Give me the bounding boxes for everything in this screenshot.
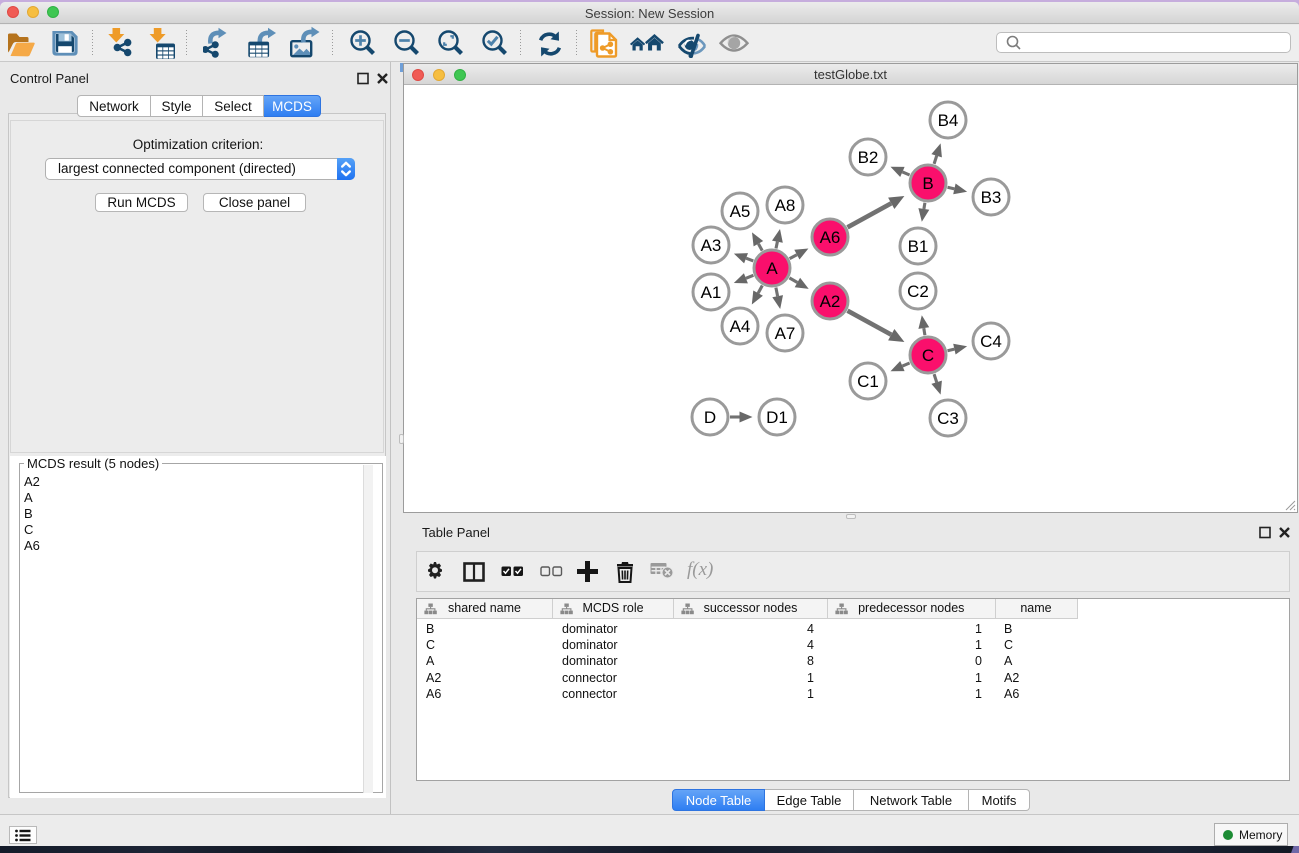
svg-text:A1: A1 [701, 283, 722, 302]
svg-text:A2: A2 [820, 292, 841, 311]
svg-text:B4: B4 [938, 111, 959, 130]
svg-text:C2: C2 [907, 282, 929, 301]
svg-text:B2: B2 [858, 148, 879, 167]
svg-text:B3: B3 [981, 188, 1002, 207]
svg-text:C1: C1 [857, 372, 879, 391]
svg-text:A5: A5 [730, 202, 751, 221]
svg-text:D: D [704, 408, 716, 427]
svg-text:C: C [922, 346, 934, 365]
svg-text:D1: D1 [766, 408, 788, 427]
svg-text:A4: A4 [730, 317, 751, 336]
svg-text:A3: A3 [701, 236, 722, 255]
svg-text:f(x): f(x) [687, 559, 713, 580]
svg-text:A6: A6 [820, 228, 841, 247]
svg-text:C3: C3 [937, 409, 959, 428]
svg-text:B: B [922, 174, 933, 193]
svg-text:C4: C4 [980, 332, 1002, 351]
svg-text:A7: A7 [775, 324, 796, 343]
svg-text:A: A [766, 259, 778, 278]
svg-text:B1: B1 [908, 237, 929, 256]
svg-text:A8: A8 [775, 196, 796, 215]
